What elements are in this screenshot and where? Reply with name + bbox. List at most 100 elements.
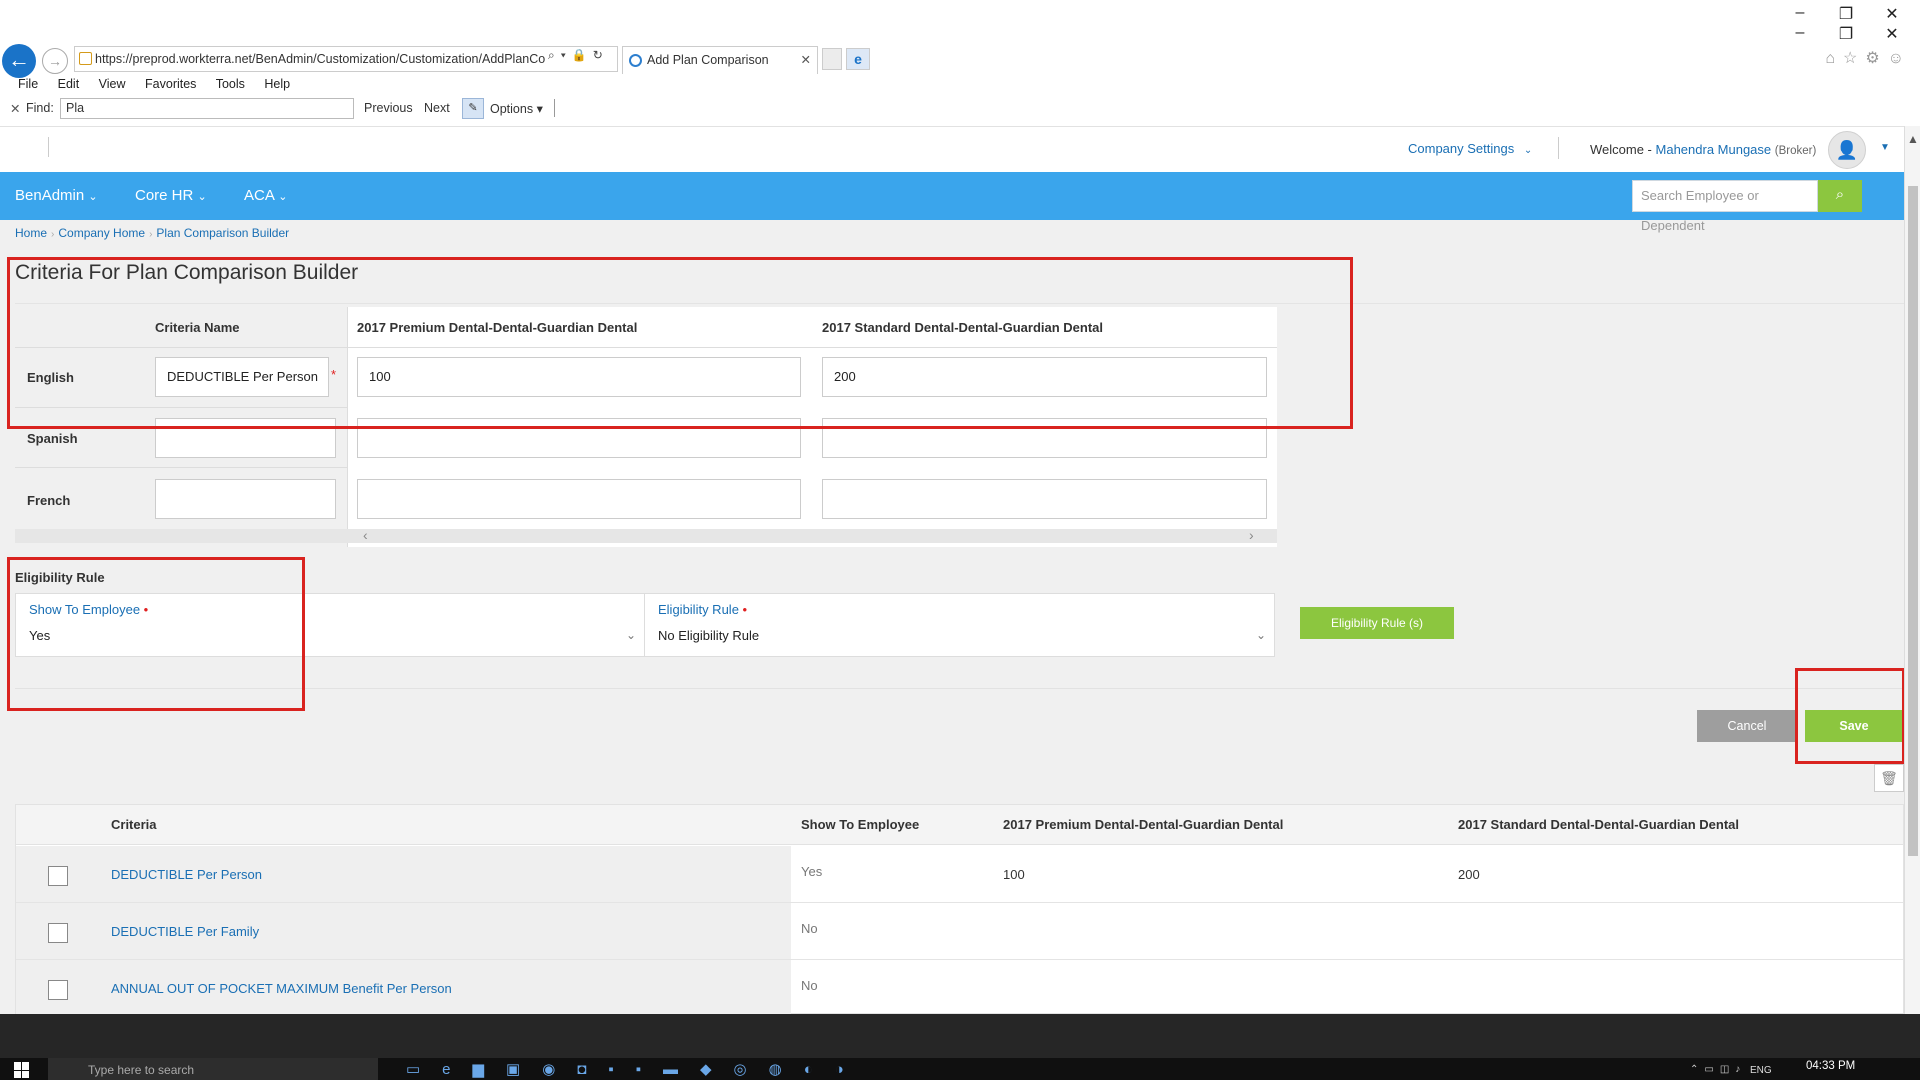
highlight-icon[interactable]: ✎ (462, 98, 484, 119)
find-options-button[interactable]: Options ▾ (490, 101, 543, 116)
nav-benadmin-label: BenAdmin (15, 187, 85, 204)
breadcrumb-plan-comparison-builder[interactable]: Plan Comparison Builder (156, 226, 289, 240)
site-favicon-icon (79, 52, 92, 65)
tab-close-icon[interactable]: ✕ (801, 47, 811, 73)
restore-icon[interactable]: ❐ (1836, 4, 1856, 24)
company-settings-menu[interactable]: Company Settings ⌄ (1408, 141, 1532, 156)
browser-tab[interactable]: Add Plan Comparison ✕ (622, 46, 818, 74)
system-tray-icons[interactable]: ⌃▭◫♪ (1690, 1064, 1746, 1075)
show-value: Yes (801, 864, 823, 879)
restore-icon-2[interactable]: ❐ (1836, 24, 1856, 44)
menu-favorites[interactable]: Favorites (145, 77, 196, 91)
eligibility-rule-value: No Eligibility Rule (658, 628, 760, 643)
menu-view[interactable]: View (99, 77, 126, 91)
annotation-criteria-box (7, 257, 1353, 429)
table-header: Criteria Show To Employee 2017 Premium D… (16, 805, 1903, 845)
new-tab-icon[interactable] (822, 48, 842, 70)
tab-title: Add Plan Comparison (647, 53, 769, 67)
eligibility-rule-label: Eligibility Rule • (658, 602, 747, 617)
menu-edit[interactable]: Edit (58, 77, 80, 91)
scroll-right-icon[interactable]: › (1249, 527, 1254, 543)
header-separator (1558, 137, 1559, 159)
menu-file[interactable]: File (18, 77, 38, 91)
breadcrumb: Home › Company Home › Plan Comparison Builde… (15, 226, 289, 240)
address-actions[interactable]: ⌕▾🔒↻ (548, 48, 609, 63)
back-arrow-icon[interactable]: ← (2, 44, 36, 78)
nav-core-hr-label: Core HR (135, 187, 194, 204)
scroll-left-icon[interactable]: ‹ (363, 527, 368, 543)
scroll-thumb[interactable] (1908, 186, 1918, 856)
user-menu-caret-icon[interactable]: ▼ (1880, 142, 1890, 153)
taskbar: Type here to search ▭e▆▣◉◘▪▪▬◆◎◍◐◑ ⌃▭◫♪ … (0, 1058, 1920, 1080)
address-bar[interactable]: https://preprod.workterra.net/BenAdmin/C… (74, 46, 618, 72)
breadcrumb-sep-icon: › (51, 229, 55, 240)
annotation-save-box (1795, 668, 1905, 764)
vertical-scrollbar[interactable]: ▲ ▼ (1904, 126, 1920, 1046)
taskbar-search[interactable]: Type here to search (48, 1058, 378, 1080)
eligibility-rule-select[interactable]: Eligibility Rule • No Eligibility Rule ⌄ (645, 594, 1274, 656)
search-icon[interactable]: ⌕ (1818, 180, 1862, 212)
required-marker: • (742, 602, 748, 617)
criteria-name-french-input[interactable] (155, 479, 336, 519)
company-settings-label: Company Settings (1408, 141, 1515, 156)
find-input[interactable]: Pla (60, 98, 354, 119)
welcome-text: Welcome - Mahendra Mungase (Broker) (1590, 142, 1816, 157)
chevron-down-icon: ⌄ (1523, 145, 1533, 156)
main-nav: BenAdmin ⌄ Core HR ⌄ ACA ⌄ Search Employ… (0, 172, 1904, 233)
breadcrumb-sep-icon: › (149, 229, 153, 240)
horizontal-scrollbar[interactable]: ‹ › (15, 527, 1277, 543)
premium-french-input[interactable] (357, 479, 801, 519)
avatar[interactable]: 👤 (1828, 131, 1866, 169)
dark-footer-bar (0, 1014, 1920, 1058)
criteria-table: Criteria Show To Employee 2017 Premium D… (15, 804, 1904, 1017)
close-window-icon[interactable]: ✕ (1882, 4, 1902, 24)
breadcrumb-company-home[interactable]: Company Home (58, 226, 145, 240)
window-controls: – ❐ ✕ – ❐ ✕ (1790, 4, 1910, 44)
nav-benadmin[interactable]: BenAdmin ⌄ (15, 187, 98, 204)
criteria-link[interactable]: DEDUCTIBLE Per Family (111, 924, 259, 939)
criteria-link[interactable]: DEDUCTIBLE Per Person (111, 867, 262, 882)
minimize-icon-2[interactable]: – (1790, 24, 1810, 42)
menu-tools[interactable]: Tools (216, 77, 245, 91)
chevron-down-icon: ⌄ (625, 628, 636, 642)
menu-bar: File Edit View Favorites Tools Help (18, 77, 306, 91)
row-checkbox[interactable] (48, 866, 68, 886)
find-close-icon[interactable]: ✕ (10, 101, 20, 116)
th-premium-plan: 2017 Premium Dental-Dental-Guardian Dent… (1003, 817, 1284, 832)
user-name-link[interactable]: Mahendra Mungase (1656, 142, 1772, 157)
url-text: https://preprod.workterra.net/BenAdmin/C… (95, 52, 546, 66)
premium-value: 100 (1003, 867, 1025, 882)
nav-core-hr[interactable]: Core HR ⌄ (135, 187, 207, 204)
ie-logo-icon[interactable]: e (846, 48, 870, 70)
criteria-link[interactable]: ANNUAL OUT OF POCKET MAXIMUM Benefit Per… (111, 981, 452, 996)
windows-start-icon[interactable] (14, 1062, 30, 1078)
scroll-up-icon[interactable]: ▲ (1907, 132, 1919, 146)
find-previous-button[interactable]: Previous (364, 101, 413, 115)
welcome-label: Welcome - (1590, 142, 1652, 157)
minimize-icon[interactable]: – (1790, 4, 1810, 22)
find-separator (554, 99, 555, 117)
row-checkbox[interactable] (48, 980, 68, 1000)
trash-icon[interactable]: 🗑 (1874, 764, 1904, 792)
eligibility-rules-button[interactable]: Eligibility Rule (s) (1300, 607, 1454, 639)
find-next-button[interactable]: Next (424, 101, 450, 115)
browser-chrome: – ❐ ✕ – ❐ ✕ ← → https://preprod.workterr… (0, 0, 1920, 126)
row-checkbox[interactable] (48, 923, 68, 943)
taskbar-app-icons[interactable]: ▭e▆▣◉◘▪▪▬◆◎◍◐◑ (406, 1060, 866, 1078)
toolbar-icons[interactable]: ⌂☆⚙☺ (1825, 48, 1912, 68)
clock-time: 04:33 PM (1806, 1060, 1856, 1072)
employee-search-input[interactable]: Search Employee or Dependent (1632, 180, 1818, 233)
breadcrumb-home[interactable]: Home (15, 226, 47, 240)
cancel-button[interactable]: Cancel (1697, 710, 1797, 742)
standard-french-input[interactable] (822, 479, 1267, 519)
user-role: (Broker) (1774, 145, 1817, 157)
close-icon-2[interactable]: ✕ (1882, 24, 1902, 44)
ie-favicon-icon (629, 54, 642, 67)
menu-help[interactable]: Help (264, 77, 290, 91)
row-divider (15, 467, 347, 468)
forward-arrow-icon[interactable]: → (42, 48, 68, 74)
nav-aca[interactable]: ACA ⌄ (244, 187, 287, 204)
th-show-to-employee: Show To Employee (801, 817, 920, 832)
chevron-down-icon: ⌄ (1255, 628, 1266, 642)
taskbar-clock: ENG 04:33 PM (1750, 1060, 1856, 1076)
